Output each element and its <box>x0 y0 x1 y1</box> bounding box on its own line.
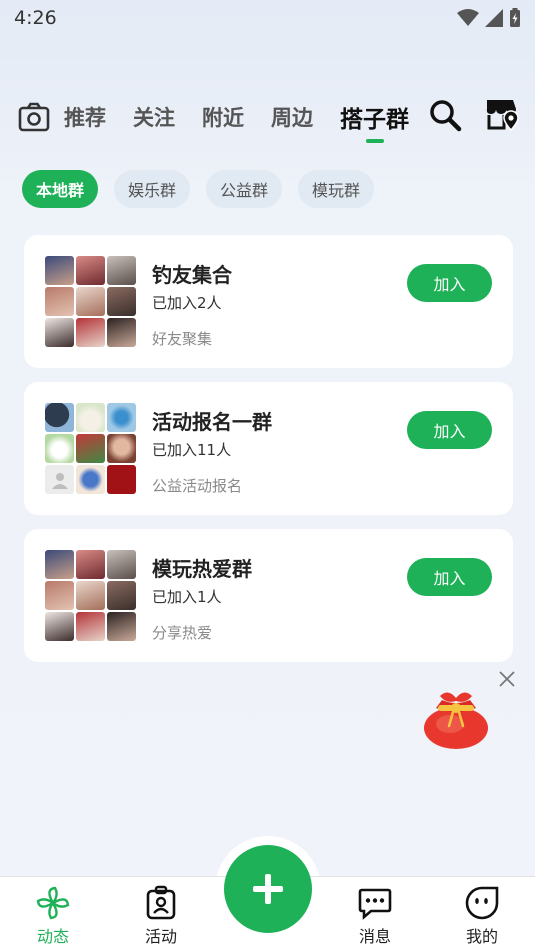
plus-icon <box>253 874 283 904</box>
group-card[interactable]: 钓友集合 已加入2人 好友聚集 加入 <box>24 235 513 368</box>
top-nav: 推荐 关注 附近 周边 搭子群 <box>0 92 535 142</box>
bottom-tab-label: 我的 <box>465 927 498 946</box>
chip-entertainment[interactable]: 娱乐群 <box>114 170 191 208</box>
tab-partner-groups[interactable]: 搭子群 <box>340 100 409 134</box>
group-card[interactable]: 模玩热爱群 已加入1人 分享热爱 加入 <box>24 529 513 662</box>
chat-icon <box>358 888 392 920</box>
group-member-count: 已加入2人 <box>152 294 222 312</box>
group-avatar-grid <box>45 256 137 348</box>
avatar <box>45 550 74 579</box>
wifi-icon <box>457 9 479 26</box>
avatar <box>76 403 105 432</box>
avatar <box>76 581 105 610</box>
status-bar: 4:26 <box>0 0 535 36</box>
avatar <box>107 550 136 579</box>
avatar <box>45 287 74 316</box>
bottom-tab-profile[interactable]: 我的 <box>447 885 517 947</box>
avatar <box>76 287 105 316</box>
join-button[interactable]: 加入 <box>407 558 492 596</box>
avatar <box>107 403 136 432</box>
tab-nearby[interactable]: 附近 <box>202 102 244 132</box>
avatar <box>107 434 136 463</box>
group-name: 钓友集合 <box>152 263 232 287</box>
avatar <box>76 465 105 494</box>
avatar <box>107 465 136 494</box>
chip-charity[interactable]: 公益群 <box>206 170 283 208</box>
group-description: 分享热爱 <box>152 624 213 642</box>
group-description: 公益活动报名 <box>152 477 243 495</box>
default-avatar-icon <box>51 472 68 489</box>
bottom-tab-label: 消息 <box>358 927 391 946</box>
avatar <box>107 581 136 610</box>
chip-local[interactable]: 本地群 <box>22 170 99 208</box>
bottom-tab-label: 动态 <box>36 927 69 946</box>
status-time: 4:26 <box>14 7 57 29</box>
group-member-count: 已加入11人 <box>152 441 232 459</box>
category-chips: 本地群 娱乐群 公益群 模玩群 <box>22 170 375 208</box>
avatar <box>76 612 105 641</box>
bottom-tab-activity[interactable]: 活动 <box>126 885 196 947</box>
avatar <box>76 550 105 579</box>
group-avatar-grid <box>45 403 137 495</box>
avatar <box>45 581 74 610</box>
battery-icon <box>510 8 520 27</box>
group-name: 活动报名一群 <box>152 410 272 434</box>
avatar <box>45 318 74 347</box>
avatar <box>45 434 74 463</box>
join-button[interactable]: 加入 <box>407 411 492 449</box>
store-location-icon[interactable] <box>484 96 520 132</box>
avatar <box>107 318 136 347</box>
avatar <box>107 287 136 316</box>
pinwheel-icon <box>36 886 70 920</box>
group-avatar-grid <box>45 550 137 642</box>
group-member-count: 已加入1人 <box>152 588 222 606</box>
bottom-tab-label: 活动 <box>144 927 177 946</box>
search-icon[interactable] <box>428 98 462 132</box>
create-post-button[interactable] <box>224 845 312 933</box>
badge-icon <box>146 885 176 920</box>
avatar <box>45 403 74 432</box>
signal-icon <box>485 9 503 27</box>
avatar <box>76 434 105 463</box>
join-button[interactable]: 加入 <box>407 264 492 302</box>
avatar <box>107 612 136 641</box>
avatar <box>45 465 74 494</box>
bottom-tab-feed[interactable]: 动态 <box>18 885 88 947</box>
camera-icon[interactable] <box>18 101 50 133</box>
face-icon <box>465 886 499 920</box>
avatar <box>76 256 105 285</box>
avatar <box>76 318 105 347</box>
group-name: 模玩热爱群 <box>152 557 252 581</box>
bottom-tab-messages[interactable]: 消息 <box>340 885 410 947</box>
tab-recommend[interactable]: 推荐 <box>64 102 106 132</box>
group-description: 好友聚集 <box>152 330 213 348</box>
group-card[interactable]: 活动报名一群 已加入11人 公益活动报名 加入 <box>24 382 513 515</box>
chip-models[interactable]: 模玩群 <box>298 170 375 208</box>
avatar <box>45 612 74 641</box>
avatar <box>107 256 136 285</box>
close-icon[interactable] <box>497 669 517 689</box>
tab-surrounding[interactable]: 周边 <box>271 102 313 132</box>
gift-bag-icon[interactable] <box>420 686 492 750</box>
status-icons <box>457 8 521 28</box>
tab-follow[interactable]: 关注 <box>133 102 175 132</box>
avatar <box>45 256 74 285</box>
